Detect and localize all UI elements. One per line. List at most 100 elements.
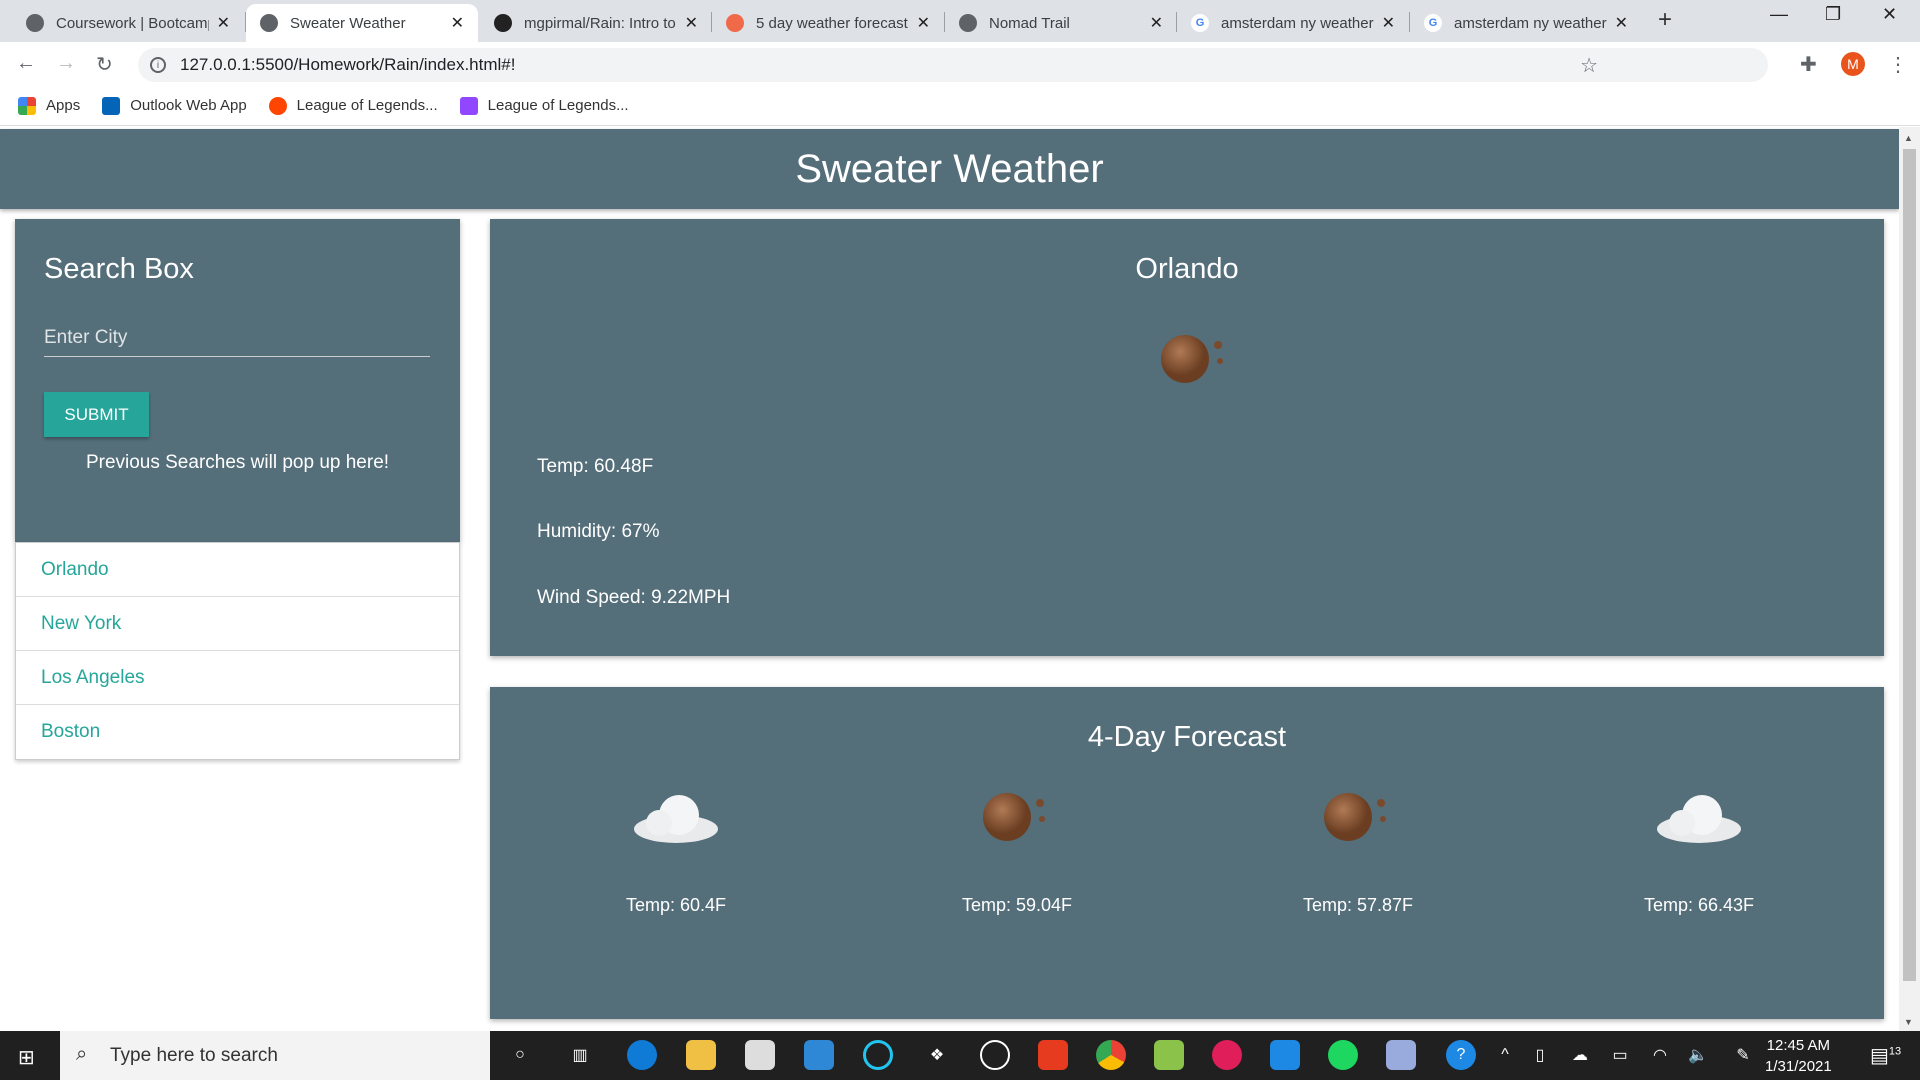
notepad-icon[interactable] <box>1386 1040 1416 1070</box>
spotify-icon[interactable] <box>1328 1040 1358 1070</box>
taskbar-search[interactable]: ⌕ Type here to search <box>60 1031 490 1080</box>
tab-bar: Coursework | Bootcamp ✕ Sweater Weather ✕ … <box>0 0 1920 42</box>
search-box: Search Box SUBMIT Previous Searches will… <box>15 219 460 542</box>
page-title: Sweater Weather <box>0 129 1899 209</box>
weather-site-icon <box>726 14 744 32</box>
chrome-icon[interactable] <box>1096 1040 1126 1070</box>
close-window-button[interactable]: ✕ <box>1882 4 1897 25</box>
battery-icon[interactable]: ▭ <box>1605 1040 1635 1070</box>
pen-icon[interactable]: ✎ <box>1728 1040 1758 1070</box>
alexa-icon[interactable] <box>863 1040 893 1070</box>
forecast-temp: Temp: 66.43F <box>1643 895 1755 915</box>
city-input[interactable] <box>44 319 430 357</box>
current-city: Orlando <box>1135 253 1239 285</box>
tab-coursework[interactable]: Coursework | Bootcamp ✕ <box>12 4 244 42</box>
tab-nomad-trail[interactable]: Nomad Trail ✕ <box>945 4 1177 42</box>
wifi-icon[interactable]: ◠ <box>1645 1040 1675 1070</box>
globe-icon <box>959 14 977 32</box>
cortana-icon[interactable]: ○ <box>505 1040 535 1070</box>
submit-button[interactable]: SUBMIT <box>44 392 149 437</box>
minimize-button[interactable]: — <box>1770 4 1788 25</box>
close-icon[interactable]: ✕ <box>1615 13 1628 33</box>
scrollbar[interactable]: ▲ ▼ <box>1899 127 1920 1031</box>
history-item-boston[interactable]: Boston <box>16 705 459 759</box>
volume-icon[interactable]: 🔈 <box>1683 1040 1713 1070</box>
office-icon[interactable] <box>1038 1040 1068 1070</box>
forward-button[interactable]: → <box>56 52 76 75</box>
task-view-icon[interactable]: ▥ <box>565 1040 595 1070</box>
tab-github[interactable]: mgpirmal/Rain: Intro to ✕ <box>480 4 712 42</box>
address-bar-row: ← → ↻ i 127.0.0.1:5500/Homework/Rain/inde… <box>0 42 1920 86</box>
close-icon[interactable]: ✕ <box>1382 13 1395 33</box>
cloud-icon <box>634 795 718 843</box>
tab-google-1[interactable]: Gamsterdam ny weather ✕ <box>1177 4 1409 42</box>
clock[interactable]: 12:45 AM 1/31/2021 <box>1765 1035 1832 1077</box>
cloud-icon <box>1657 795 1741 843</box>
close-icon[interactable]: ✕ <box>217 13 230 33</box>
search-heading: Search Box <box>44 253 194 285</box>
taskbar: ⊞ ⌕ Type here to search ○ ▥ ❖ ? ^ ▯ ☁ ▭ ◠… <box>0 1031 1920 1080</box>
bookmark-outlook[interactable]: Outlook Web App <box>102 96 247 115</box>
search-history-list: Orlando New York Los Angeles Boston <box>15 542 460 760</box>
close-icon[interactable]: ✕ <box>1150 13 1163 33</box>
vscode-icon[interactable] <box>1270 1040 1300 1070</box>
slack-icon[interactable] <box>1212 1040 1242 1070</box>
close-icon[interactable]: ✕ <box>451 13 464 33</box>
google-icon: G <box>1424 14 1442 32</box>
google-icon: G <box>1191 14 1209 32</box>
outlook-icon <box>102 96 121 115</box>
moon-clear-icon <box>983 793 1045 841</box>
close-icon[interactable]: ✕ <box>685 13 698 33</box>
close-icon[interactable]: ✕ <box>917 13 930 33</box>
restore-button[interactable]: ❐ <box>1825 4 1841 25</box>
forecast-temp: Temp: 60.4F <box>625 895 727 915</box>
bookmarks-bar: Apps Outlook Web App League of Legends..… <box>0 86 1920 126</box>
extensions-icon[interactable]: ✚ <box>1800 52 1817 77</box>
scrollbar-thumb[interactable] <box>1903 149 1916 981</box>
file-explorer-icon[interactable] <box>686 1040 716 1070</box>
search-icon: ⌕ <box>76 1043 88 1065</box>
tab-weather-forecast[interactable]: 5 day weather forecast ✕ <box>712 4 944 42</box>
windows-start-icon[interactable]: ⊞ <box>18 1045 35 1070</box>
forecast-card: 4-Day Forecast Temp: 60.4F Temp: 59.04F … <box>490 687 1884 1019</box>
reload-button[interactable]: ↻ <box>96 52 113 77</box>
store-icon[interactable] <box>745 1040 775 1070</box>
tab-google-2[interactable]: Gamsterdam ny weather ✕ <box>1410 4 1642 42</box>
forecast-title: 4-Day Forecast <box>1087 721 1287 753</box>
back-button[interactable]: ← <box>16 52 36 75</box>
avatar[interactable]: M <box>1841 52 1865 76</box>
chevron-up-icon[interactable]: ^ <box>1490 1040 1520 1070</box>
current-weather-card: Orlando Temp: 60.48F Humidity: 67% Wind … <box>490 219 1884 656</box>
notifications-icon[interactable]: ▤13 <box>1870 1043 1901 1068</box>
twitch-icon <box>459 96 478 115</box>
star-icon[interactable]: ☆ <box>1580 53 1598 78</box>
app-icon[interactable] <box>980 1040 1010 1070</box>
gitkraken-icon[interactable] <box>1154 1040 1184 1070</box>
bookmark-twitch[interactable]: League of Legends... <box>459 96 629 115</box>
forecast-temp: Temp: 57.87F <box>1302 895 1414 915</box>
bookmark-apps[interactable]: Apps <box>18 96 80 115</box>
meet-icon[interactable]: ▯ <box>1525 1040 1555 1070</box>
dropbox-icon[interactable]: ❖ <box>922 1040 952 1070</box>
current-humidity: Humidity: 67% <box>537 521 660 542</box>
forecast-day: Temp: 57.87F <box>1258 787 1458 915</box>
moon-clear-icon <box>1324 793 1386 841</box>
history-item-new-york[interactable]: New York <box>16 597 459 651</box>
url-bar[interactable]: i 127.0.0.1:5500/Homework/Rain/index.html… <box>138 48 1768 82</box>
forecast-day: Temp: 59.04F <box>917 787 1117 915</box>
bookmark-reddit[interactable]: League of Legends... <box>268 96 438 115</box>
github-icon <box>494 14 512 32</box>
history-item-los-angeles[interactable]: Los Angeles <box>16 651 459 705</box>
mail-icon[interactable] <box>804 1040 834 1070</box>
info-icon: i <box>150 57 166 73</box>
edge-icon[interactable] <box>627 1040 657 1070</box>
new-tab-button[interactable]: + <box>1658 6 1672 34</box>
history-item-orlando[interactable]: Orlando <box>16 543 459 597</box>
help-icon[interactable]: ? <box>1446 1040 1476 1070</box>
moon-clear-icon <box>1160 329 1230 394</box>
forecast-day: Temp: 60.4F <box>576 787 776 915</box>
tab-sweater-weather[interactable]: Sweater Weather ✕ <box>246 4 478 42</box>
apps-grid-icon <box>18 96 36 115</box>
onedrive-icon[interactable]: ☁ <box>1565 1040 1595 1070</box>
menu-icon[interactable]: ⋮ <box>1888 52 1908 77</box>
